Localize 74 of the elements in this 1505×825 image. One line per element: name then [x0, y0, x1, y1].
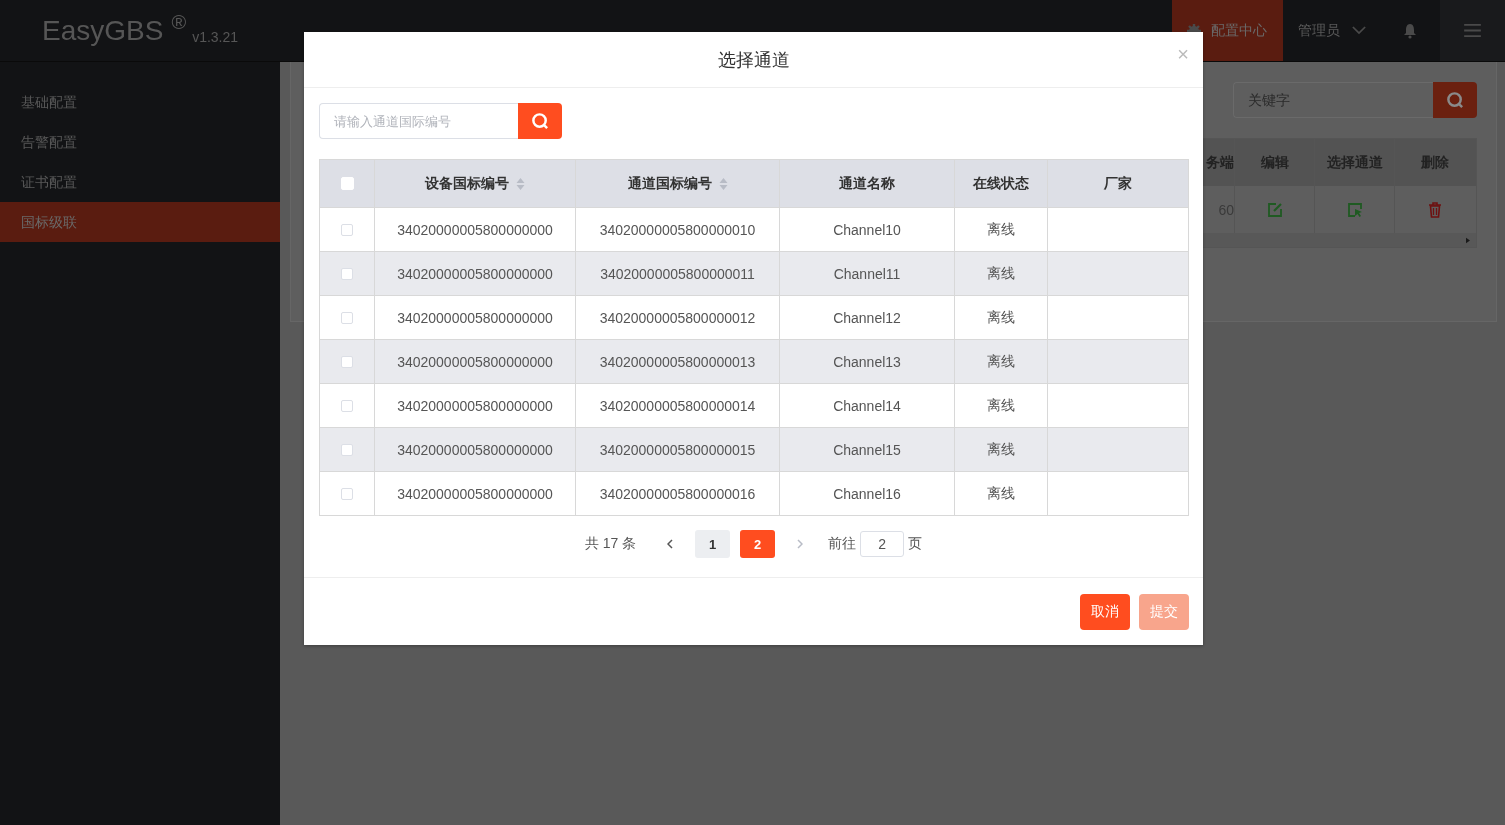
page-suffix: 页	[908, 535, 923, 553]
table-cell: Channel16	[833, 485, 901, 502]
logo-text: EasyGBS	[42, 14, 164, 47]
table-cell: 34020000005800000011	[600, 265, 755, 282]
goto-label: 前往	[828, 535, 857, 553]
table-cell: 34020000005800000000	[397, 441, 553, 458]
sort-icon[interactable]	[516, 177, 525, 190]
checkbox[interactable]	[341, 267, 353, 280]
checkbox[interactable]	[341, 311, 353, 324]
table-cell: 34020000005800000014	[599, 397, 756, 414]
cancel-button[interactable]: 取消	[1080, 593, 1130, 630]
table-cell: 离线	[987, 484, 1015, 503]
table-cell: 34020000005800000010	[599, 221, 756, 238]
column-header[interactable]: 通道国标编号	[627, 174, 728, 193]
table-cell: 34020000005800000000	[397, 485, 553, 502]
checkbox[interactable]	[341, 223, 353, 236]
search-button[interactable]	[1433, 82, 1477, 118]
dialog-title: 选择通道	[717, 48, 790, 72]
table-cell: 34020000005800000000	[397, 309, 553, 326]
checkbox[interactable]	[341, 487, 353, 500]
table-cell: 34020000005800000000	[397, 353, 553, 370]
sidebar-item[interactable]: 国标级联	[0, 202, 280, 242]
search-button[interactable]	[518, 103, 562, 139]
table-cell: 离线	[987, 396, 1015, 415]
chevron-left-icon	[667, 539, 674, 549]
version-label: v1.3.21	[192, 28, 239, 45]
table-cell: Channel15	[833, 441, 901, 458]
table-cell: 34020000005800000012	[599, 309, 756, 326]
sidebar-item[interactable]: 证书配置	[0, 162, 280, 202]
sidebar-item[interactable]: 基础配置	[0, 82, 280, 122]
page-number-field[interactable]: 2	[860, 531, 905, 557]
checkbox[interactable]	[341, 355, 353, 368]
chevron-down-icon	[1352, 26, 1366, 35]
sort-icon[interactable]	[718, 177, 728, 190]
column-header[interactable]: 厂家	[1104, 174, 1132, 193]
table-cell: Channel10	[833, 221, 901, 238]
scroll-right-icon[interactable]	[1466, 236, 1470, 244]
checkbox[interactable]	[341, 443, 353, 456]
sidebar-item[interactable]: 告警配置	[0, 122, 280, 162]
table-cell: 34020000005800000000	[397, 221, 553, 238]
table-cell: Channel14	[833, 397, 901, 414]
table-cell: 34020000005800000000	[397, 265, 553, 282]
page-button[interactable]: 2	[740, 530, 776, 558]
column-header[interactable]: 在线状态	[973, 174, 1029, 193]
table-cell: Channel13	[833, 353, 901, 370]
edit-icon[interactable]	[1266, 201, 1283, 218]
total-count: 共 17 条	[584, 535, 637, 553]
trash-icon[interactable]	[1427, 201, 1443, 218]
table-cell: 离线	[987, 440, 1015, 459]
table-cell: 34020000005800000016	[599, 485, 756, 502]
bell-icon[interactable]	[1402, 22, 1418, 39]
table-cell: 离线	[987, 220, 1015, 239]
table-cell: 离线	[987, 264, 1015, 283]
registered-mark: ®	[171, 11, 187, 34]
table-cell: 34020000005800000013	[599, 353, 756, 370]
close-button[interactable]: ×	[1173, 44, 1193, 64]
search-icon	[530, 111, 550, 131]
search-icon	[1445, 90, 1465, 110]
table-cell: 离线	[987, 308, 1015, 327]
menu-button[interactable]	[1440, 0, 1505, 61]
table-cell: 34020000005800000015	[599, 441, 756, 458]
chevron-right-icon	[797, 539, 804, 549]
menu-icon[interactable]	[1464, 24, 1481, 37]
table-cell: Channel11	[833, 265, 901, 282]
scrollbar[interactable]	[1203, 233, 1476, 247]
column-header[interactable]: 通道名称	[839, 174, 895, 193]
table-cell: 34020000005800000000	[397, 397, 553, 414]
cursor-select-icon[interactable]	[1346, 201, 1363, 218]
page-button[interactable]: 1	[695, 530, 731, 558]
table-cell: Channel12	[833, 309, 901, 326]
column-header[interactable]: 设备国标编号	[425, 174, 525, 193]
user-menu[interactable]: 管理员	[1283, 0, 1380, 61]
checkbox[interactable]	[341, 399, 353, 412]
table-cell: 离线	[987, 352, 1015, 371]
